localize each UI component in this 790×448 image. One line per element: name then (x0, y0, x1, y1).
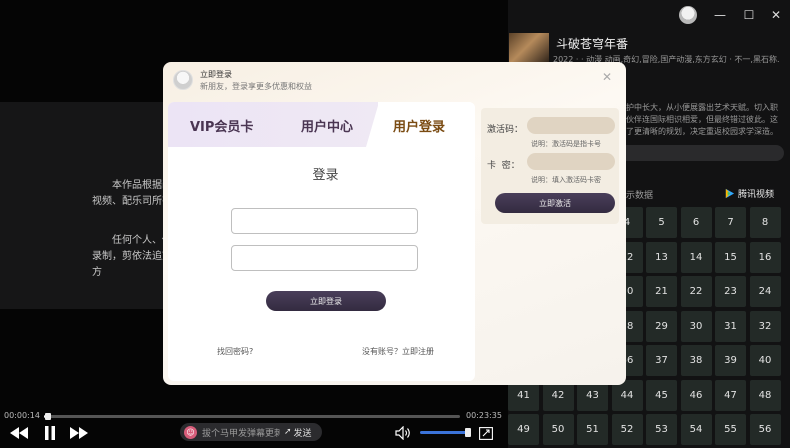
maximize-icon: ☐ (743, 8, 755, 22)
maximize-button[interactable]: ☐ (740, 6, 758, 24)
episode-button[interactable]: 52 (611, 414, 643, 445)
fast-forward-icon (70, 427, 88, 439)
close-icon: ✕ (770, 8, 782, 22)
login-panel: VIP会员卡 用户中心 用户登录 登录 立即登录 找回密码? 没有账号？立即注册 (168, 102, 475, 381)
episode-button[interactable]: 39 (715, 345, 746, 376)
episode-button[interactable]: 50 (542, 414, 574, 445)
episode-button[interactable]: 54 (680, 414, 712, 445)
danmu-placeholder: 拔个马甲发弹幕更刺激 (202, 428, 280, 439)
modal-title: 立即登录 (200, 70, 232, 79)
modal-close-button[interactable]: ✕ (599, 69, 615, 85)
episode-button[interactable]: 38 (680, 345, 712, 376)
time-current: 00:00:14 (4, 411, 40, 420)
progress-bar[interactable] (44, 413, 460, 420)
episode-button[interactable]: 31 (715, 310, 746, 342)
activation-code-label: 激活码： (487, 125, 524, 135)
activate-button[interactable]: 立即激活 (495, 193, 615, 213)
volume-button[interactable] (394, 424, 412, 442)
episode-button[interactable]: 7 (715, 207, 746, 238)
episode-button[interactable]: 51 (577, 414, 608, 445)
episode-button[interactable]: 14 (680, 241, 712, 273)
activation-panel: 激活码： 说明：激活码是指卡号 卡 密： 说明：填入激活码卡密 立即激活 (481, 108, 619, 224)
source-badge[interactable]: 腾讯视频 (724, 187, 774, 200)
show-description: 护中长大，从小便展露出艺术天赋。切入职伙伴连国际相识相爱，但最终错过彼此。这了更… (626, 103, 778, 136)
source-label: 腾讯视频 (738, 190, 775, 200)
title-bar: — ☐ ✕ (0, 0, 790, 30)
modal-subtitle: 新朋友，登录享更多优惠和权益 (200, 82, 312, 91)
episode-button[interactable]: 46 (680, 379, 712, 411)
password-input[interactable] (231, 245, 418, 271)
episode-button[interactable]: 37 (646, 345, 677, 376)
episode-button[interactable]: 8 (749, 207, 781, 238)
time-total: 00:23:35 (466, 411, 502, 420)
progress-row: 00:00:14 00:23:35 (0, 408, 508, 424)
episode-button[interactable]: 22 (680, 276, 712, 307)
volume-handle[interactable] (465, 428, 471, 437)
tab-vip-card[interactable]: VIP会员卡 (190, 116, 253, 135)
episode-button[interactable]: 16 (749, 241, 781, 273)
activation-code-input[interactable] (527, 117, 615, 134)
episode-button[interactable]: 21 (646, 276, 677, 307)
close-icon: ✕ (601, 70, 613, 84)
tencent-video-icon (725, 188, 735, 199)
episode-button[interactable]: 13 (646, 241, 677, 273)
tab-user-center[interactable]: 用户中心 (301, 116, 353, 135)
fullscreen-button[interactable] (478, 424, 494, 442)
volume-icon (395, 426, 410, 440)
episode-button[interactable]: 23 (715, 276, 746, 307)
rewind-icon (10, 427, 28, 439)
register-link[interactable]: 没有账号？立即注册 (362, 346, 434, 357)
episode-button[interactable]: 5 (646, 207, 677, 238)
episode-button[interactable]: 53 (646, 414, 677, 445)
pause-button[interactable] (40, 424, 60, 442)
pause-icon (45, 426, 55, 440)
episode-button[interactable]: 45 (646, 379, 677, 411)
fullscreen-icon (479, 426, 493, 440)
episode-button[interactable]: 40 (749, 345, 781, 376)
episode-button[interactable]: 15 (715, 241, 746, 273)
modal-avatar (173, 70, 193, 90)
login-heading: 登录 (312, 168, 339, 183)
episode-button[interactable]: 29 (646, 310, 677, 342)
episode-button[interactable]: 24 (749, 276, 781, 307)
episode-button[interactable]: 47 (715, 379, 746, 411)
user-avatar[interactable] (679, 6, 697, 24)
app-window: 本作品根据画面、视频、配乐司所有。 任何个人、修改，录制，剪依法追究侵权方 00… (0, 0, 790, 448)
tab-bar: VIP会员卡 用户中心 用户登录 (168, 102, 475, 147)
send-button[interactable]: 发送 (294, 426, 312, 439)
rewind-button[interactable] (8, 424, 30, 442)
activation-code-hint: 说明：激活码是指卡号 (531, 140, 601, 148)
send-icon: ➚ (284, 427, 292, 437)
show-poster[interactable] (509, 33, 549, 63)
login-button[interactable]: 立即登录 (266, 291, 386, 311)
card-pin-input[interactable] (527, 153, 615, 170)
episodes-label: 示数据 (626, 191, 654, 201)
episode-button[interactable]: 32 (749, 310, 781, 342)
side-action-bar[interactable] (612, 145, 784, 161)
show-title: 斗破苍穹年番 (556, 37, 629, 51)
episode-button[interactable]: 49 (508, 414, 539, 445)
card-pin-hint: 说明：填入激活码卡密 (531, 176, 601, 184)
volume-slider[interactable] (420, 431, 468, 434)
episode-button[interactable]: 30 (680, 310, 712, 342)
tab-user-login[interactable]: 用户登录 (393, 116, 445, 135)
login-modal: 立即登录 新朋友，登录享更多优惠和权益 ✕ VIP会员卡 用户中心 用户登录 登… (163, 62, 626, 385)
minimize-button[interactable]: — (711, 6, 729, 24)
forward-button[interactable] (68, 424, 90, 442)
episode-button[interactable]: 55 (715, 414, 746, 445)
progress-handle[interactable] (45, 413, 52, 420)
emoji-icon[interactable]: ☺ (184, 425, 197, 439)
minimize-icon: — (714, 8, 726, 22)
username-input[interactable] (231, 208, 418, 234)
episode-button[interactable]: 56 (749, 414, 781, 445)
forgot-password-link[interactable]: 找回密码? (217, 346, 253, 357)
episode-button[interactable]: 6 (680, 207, 712, 238)
close-window-button[interactable]: ✕ (767, 6, 785, 24)
episode-button[interactable]: 48 (749, 379, 781, 411)
danmu-input-bar[interactable]: ☺ 拔个马甲发弹幕更刺激 ➚ 发送 (180, 423, 322, 441)
card-pin-label: 卡 密： (487, 161, 520, 171)
